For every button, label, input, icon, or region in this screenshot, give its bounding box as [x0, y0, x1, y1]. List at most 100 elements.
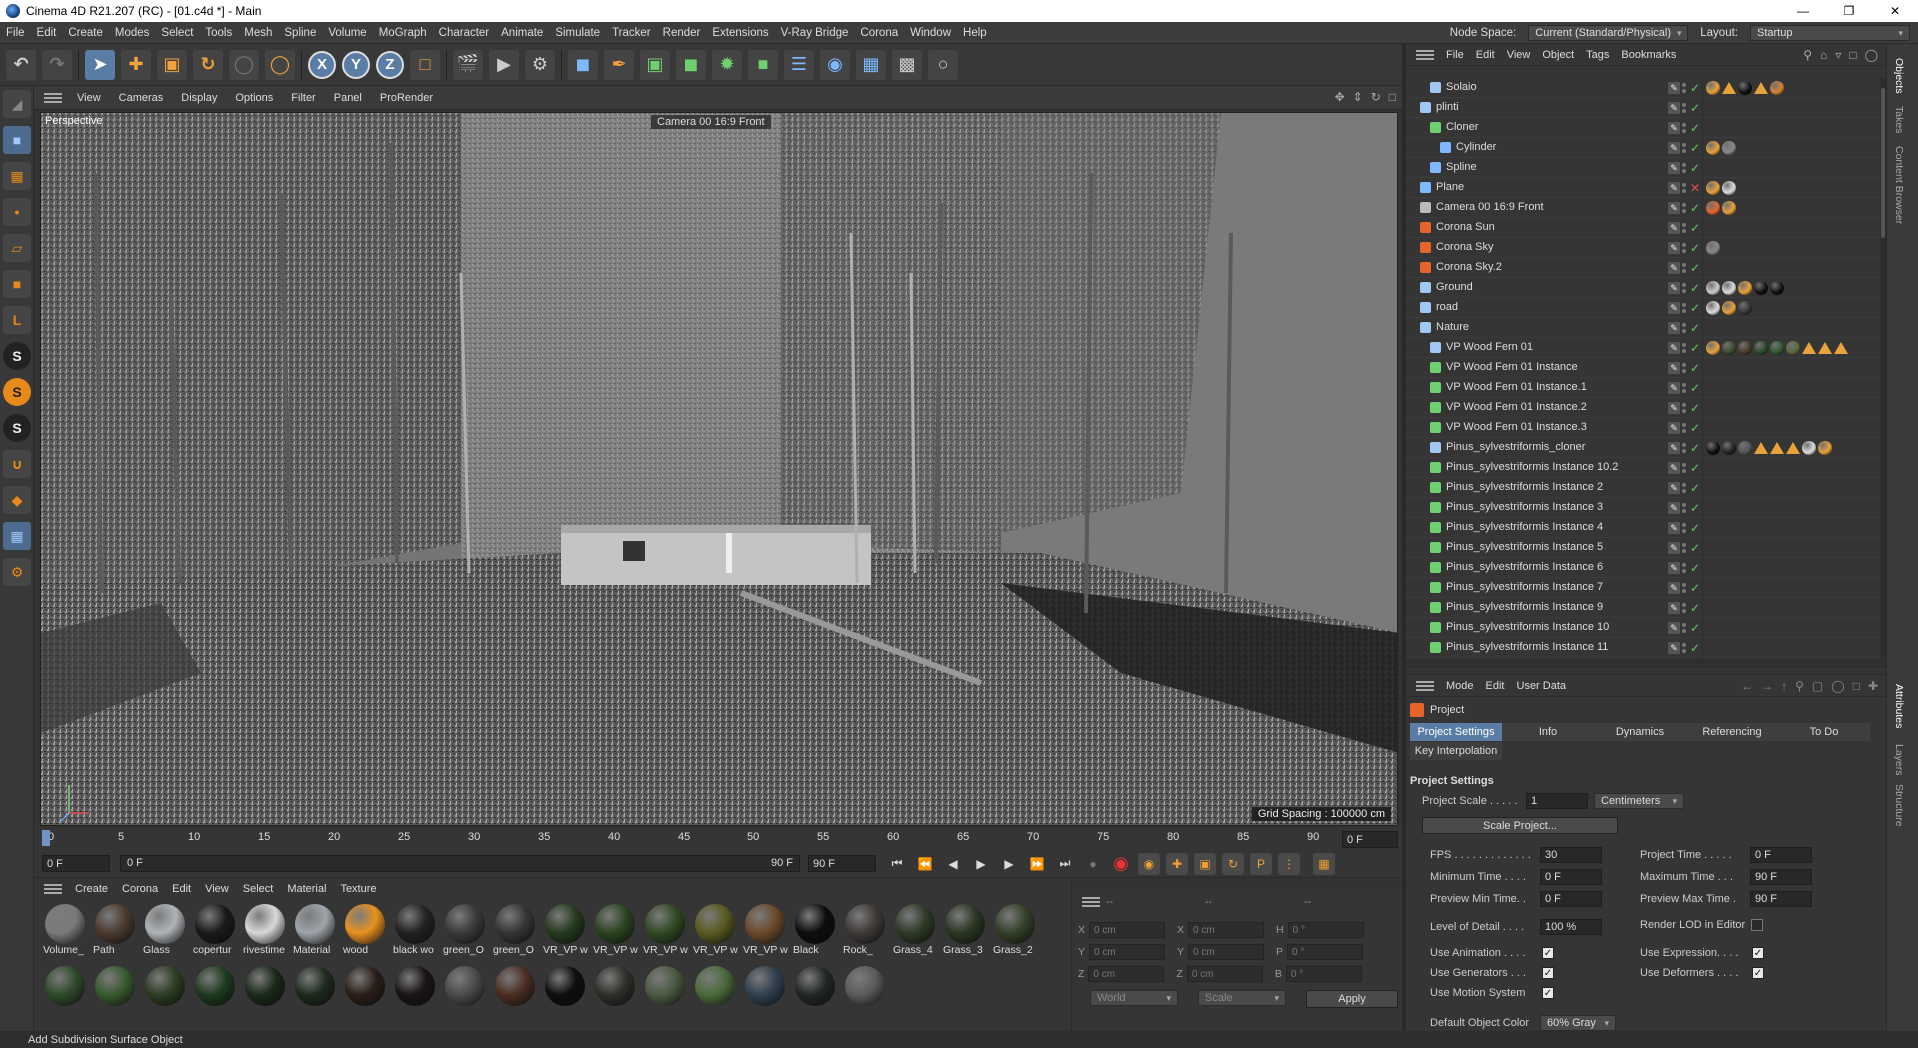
menu-create[interactable]: Create — [62, 27, 109, 39]
object-row[interactable]: Pinus_sylvestriformis Instance 11 ✎ ✓ — [1406, 638, 1880, 658]
position-key-icon[interactable]: ✚ — [1166, 852, 1188, 875]
material-swatch[interactable]: green_O — [491, 904, 539, 960]
default-color-dropdown[interactable]: 60% Gray — [1540, 1015, 1616, 1031]
rot-p-field[interactable]: 0 ° — [1287, 944, 1364, 960]
enabled-check-icon[interactable]: ✓ — [1690, 541, 1702, 555]
visibility-dots-icon[interactable] — [1682, 422, 1688, 434]
visibility-dots-icon[interactable] — [1682, 262, 1688, 274]
visibility-dots-icon[interactable] — [1682, 202, 1688, 214]
visibility-dots-icon[interactable] — [1682, 242, 1688, 254]
material-swatch[interactable] — [191, 966, 239, 1022]
live-selection-icon[interactable]: ◯ — [265, 49, 295, 80]
side-tab-attributes[interactable]: Attributes — [1893, 684, 1905, 728]
object-name[interactable]: Pinus_sylvestriformis Instance 10 — [1446, 621, 1609, 633]
maximum-time-field[interactable]: 90 F — [1750, 869, 1812, 885]
material-tag-icon[interactable] — [1738, 341, 1752, 355]
timeline-tick[interactable]: 80 — [1167, 831, 1179, 843]
timeline-tick[interactable]: 50 — [747, 831, 759, 843]
z-axis-lock-icon[interactable]: Z — [376, 50, 404, 79]
object-row[interactable]: Pinus_sylvestriformis Instance 9 ✎ ✓ — [1406, 598, 1880, 618]
layer-icon[interactable]: ✎ — [1668, 362, 1680, 374]
mat-menu-view[interactable]: View — [198, 883, 236, 895]
add-icon[interactable]: ✚ — [1868, 679, 1878, 693]
menu-file[interactable]: File — [0, 27, 31, 39]
material-tag-icon[interactable] — [1706, 181, 1720, 195]
object-row[interactable]: Plane ✎ ✕ — [1406, 178, 1880, 198]
side-tab-layers[interactable]: Layers — [1893, 744, 1905, 776]
enabled-check-icon[interactable]: ✓ — [1690, 581, 1702, 595]
active-camera-label[interactable]: Camera 00 16:9 Front — [651, 115, 771, 129]
mat-menu-texture[interactable]: Texture — [333, 883, 383, 895]
object-row[interactable]: Ground ✎ ✓ — [1406, 278, 1880, 298]
timeline-tick[interactable]: 20 — [328, 831, 340, 843]
enabled-check-icon[interactable]: ✓ — [1690, 361, 1702, 375]
tab-dynamics[interactable]: Dynamics — [1594, 723, 1686, 741]
object-row[interactable]: Spline ✎ ✓ — [1406, 158, 1880, 178]
object-name[interactable]: Pinus_sylvestriformis Instance 9 — [1446, 601, 1603, 613]
menu-window[interactable]: Window — [904, 27, 957, 39]
material-tag-icon[interactable] — [1770, 341, 1784, 355]
rotate-view-icon[interactable]: ↻ — [1371, 90, 1381, 104]
sky-icon[interactable]: ◉ — [820, 49, 850, 80]
minimize-button[interactable]: — — [1780, 0, 1826, 22]
visibility-dots-icon[interactable] — [1682, 642, 1688, 654]
object-row[interactable]: Nature ✎ ✓ — [1406, 318, 1880, 338]
enabled-check-icon[interactable]: ✓ — [1690, 461, 1702, 475]
layer-icon[interactable]: ✎ — [1668, 402, 1680, 414]
use-deformers-checkbox[interactable]: ✓ — [1752, 967, 1764, 979]
layer-icon[interactable]: ✎ — [1668, 262, 1680, 274]
material-tag-icon[interactable] — [1722, 301, 1736, 315]
home-icon[interactable]: ⌂ — [1820, 48, 1827, 62]
up-arrow-icon[interactable]: ↑ — [1781, 679, 1787, 693]
visibility-dots-icon[interactable] — [1682, 302, 1688, 314]
object-name[interactable]: Pinus_sylvestriformis Instance 11 — [1446, 641, 1608, 653]
use-expression-checkbox[interactable]: ✓ — [1752, 947, 1764, 959]
attr-menu-edit[interactable]: Edit — [1480, 680, 1511, 692]
visibility-dots-icon[interactable] — [1682, 582, 1688, 594]
material-tag-icon[interactable] — [1722, 441, 1736, 455]
mat-menu-corona[interactable]: Corona — [115, 883, 165, 895]
phong-tag-icon[interactable] — [1770, 442, 1784, 454]
enabled-check-icon[interactable]: ✓ — [1690, 521, 1702, 535]
visibility-dots-icon[interactable] — [1682, 122, 1688, 134]
object-name[interactable]: VP Wood Fern 01 — [1446, 341, 1533, 353]
menu-animate[interactable]: Animate — [495, 27, 549, 39]
menu-mograph[interactable]: MoGraph — [373, 27, 433, 39]
frame-range-slider[interactable]: 0 F 90 F — [120, 855, 800, 872]
viewport-menu-panel[interactable]: Panel — [325, 92, 371, 104]
enabled-check-icon[interactable]: ✓ — [1690, 101, 1702, 115]
material-tag-icon[interactable] — [1738, 301, 1752, 315]
timeline-tick[interactable]: 70 — [1027, 831, 1039, 843]
magnet-icon[interactable]: ∪ — [3, 450, 31, 478]
layer-icon[interactable]: ✎ — [1668, 442, 1680, 454]
object-row[interactable]: Pinus_sylvestriformis Instance 10 ✎ ✓ — [1406, 618, 1880, 638]
floor-icon[interactable]: ☰ — [784, 49, 814, 80]
menu-mesh[interactable]: Mesh — [238, 27, 278, 39]
go-to-end-icon[interactable]: ⏭ — [1054, 853, 1076, 875]
object-row[interactable]: VP Wood Fern 01 Instance.3 ✎ ✓ — [1406, 418, 1880, 438]
object-horizontal-scrollbar[interactable] — [1406, 658, 1886, 668]
material-swatch[interactable] — [791, 966, 839, 1022]
level-of-detail-field[interactable]: 100 % — [1540, 919, 1602, 935]
layer-icon[interactable]: ✎ — [1668, 602, 1680, 614]
menu-tracker[interactable]: Tracker — [606, 27, 657, 39]
object-row[interactable]: VP Wood Fern 01 Instance.2 ✎ ✓ — [1406, 398, 1880, 418]
object-row[interactable]: Pinus_sylvestriformis Instance 7 ✎ ✓ — [1406, 578, 1880, 598]
tab-to-do[interactable]: To Do — [1778, 723, 1870, 741]
enabled-check-icon[interactable]: ✓ — [1690, 241, 1702, 255]
texture-mode-icon[interactable]: ▦ — [3, 162, 31, 190]
node-space-dropdown[interactable]: Current (Standard/Physical) — [1528, 25, 1689, 41]
rot-h-field[interactable]: 0 ° — [1287, 922, 1364, 938]
layer-icon[interactable]: ✎ — [1668, 282, 1680, 294]
menu-select[interactable]: Select — [155, 27, 199, 39]
new-manager-icon[interactable]: ◯ — [1831, 679, 1844, 693]
project-scale-field[interactable]: 1 — [1526, 793, 1588, 809]
object-name[interactable]: Nature — [1436, 321, 1469, 333]
timeline-ticks[interactable]: 0 5 10 15 20 25 30 35 40 45 50 55 60 65 70 75 80 85 90 — [42, 828, 1319, 850]
object-name[interactable]: VP Wood Fern 01 Instance.1 — [1446, 381, 1587, 393]
object-row[interactable]: Solaio ✎ ✓ — [1406, 78, 1880, 98]
attr-menu-user-data[interactable]: User Data — [1511, 680, 1573, 692]
layer-icon[interactable]: ✎ — [1668, 582, 1680, 594]
object-name[interactable]: Pinus_sylvestriformis_cloner — [1446, 441, 1585, 453]
timeline-tick[interactable]: 15 — [258, 831, 270, 843]
